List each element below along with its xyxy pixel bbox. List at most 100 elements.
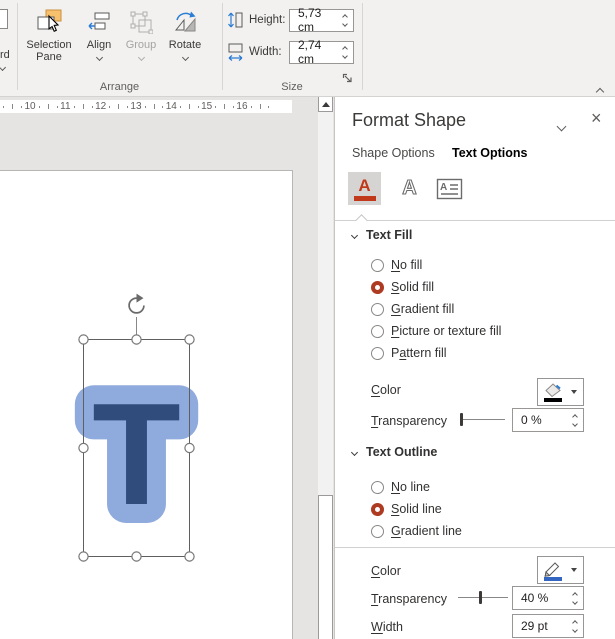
width-label: Width: (249, 46, 282, 58)
resize-handle-top-right[interactable] (184, 334, 195, 345)
fill-transparency-value[interactable]: 0 % (513, 413, 567, 427)
radio-solid-line[interactable]: Solid line (371, 498, 442, 520)
radio-circle-selected[interactable] (371, 502, 384, 516)
outline-color-button[interactable] (537, 556, 584, 584)
text-outline-title: Text Outline (366, 445, 438, 459)
ribbon: rd Selection Pane Align Group Rotate Arr… (0, 0, 615, 97)
radio-circle[interactable] (371, 324, 384, 338)
tab-shape-options[interactable]: Shape Options (352, 146, 435, 160)
radio-circle[interactable] (371, 258, 384, 272)
chevron-down-icon (0, 63, 7, 72)
slide[interactable]: T T (0, 170, 293, 639)
ruler-number: 11 (60, 101, 71, 112)
group-label: Group (125, 39, 157, 51)
radio-circle[interactable] (371, 524, 384, 538)
outline-color-label: Color (371, 564, 401, 578)
ruler-tick (12, 104, 14, 109)
resize-handle-middle-right[interactable] (184, 442, 195, 454)
width-value[interactable]: 2,74 cm (290, 38, 337, 66)
shape-letter-fill[interactable]: T (92, 373, 181, 535)
radio-gradient-fill[interactable]: Gradient fill (371, 298, 454, 320)
align-button[interactable]: Align (79, 5, 119, 77)
outline-width-label: Width (371, 620, 403, 634)
text-fill-outline-tab[interactable]: A (348, 172, 381, 205)
radio-picture-texture-fill[interactable]: Picture or texture fill (371, 320, 501, 342)
pane-close-button[interactable]: × (591, 108, 602, 129)
rotate-icon (163, 5, 207, 39)
textbox-tab[interactable]: A (433, 172, 466, 205)
fill-color-button[interactable] (537, 378, 584, 406)
resize-handle-bottom-right[interactable] (184, 551, 195, 562)
radio-circle[interactable] (371, 480, 384, 494)
ruler-number: 14 (165, 101, 177, 112)
ruler-tick (56, 106, 58, 108)
ruler-tick (233, 106, 235, 108)
ruler-tick (162, 106, 164, 108)
resize-handle-bottom-left[interactable] (78, 551, 89, 562)
radio-pattern-fill[interactable]: Pattern fill (371, 342, 447, 364)
outline-transparency-value[interactable]: 40 % (513, 591, 567, 605)
outline-width-input[interactable]: 29 pt (512, 614, 584, 638)
resize-handle-middle-left[interactable] (78, 442, 89, 454)
slider-track[interactable] (461, 419, 505, 420)
text-fill-title: Text Fill (366, 228, 413, 242)
height-spinner[interactable] (337, 13, 353, 27)
ruler-tick (38, 106, 40, 108)
height-input[interactable]: 5,73 cm (289, 6, 354, 34)
powerpoint-window: { "ribbon": { "clipped_button": { "label… (0, 0, 615, 639)
text-effects-tab[interactable]: A (393, 172, 426, 205)
resize-handle-top-middle[interactable] (131, 334, 142, 345)
outline-width-spinner[interactable] (567, 619, 583, 633)
text-effects-icon: A (402, 176, 418, 199)
ruler-tick (153, 104, 155, 109)
chevron-down-icon (95, 53, 103, 62)
radio-solid-fill[interactable]: Solid fill (371, 276, 434, 298)
slider-track[interactable] (458, 597, 508, 598)
tab-text-options[interactable]: Text Options (452, 146, 527, 160)
pane-options-chevron[interactable] (556, 117, 567, 135)
align-label: Align (86, 39, 112, 51)
slider-thumb[interactable] (460, 413, 463, 426)
scrollbar-up-button[interactable] (318, 97, 333, 112)
outline-transparency-slider[interactable] (458, 586, 508, 610)
ruler-tick (82, 104, 84, 109)
radio-label: Solid line (391, 502, 442, 516)
selection-pane-button[interactable]: Selection Pane (25, 5, 73, 77)
ruler-tick (74, 106, 76, 108)
outline-width-value[interactable]: 29 pt (513, 619, 567, 633)
outline-transparency-spinner[interactable] (567, 591, 583, 605)
slider-thumb[interactable] (479, 591, 482, 604)
fill-transparency-spinner[interactable] (567, 413, 583, 427)
fill-transparency-slider[interactable] (460, 408, 505, 432)
width-spinner[interactable] (337, 45, 353, 59)
rotate-handle[interactable] (128, 293, 145, 314)
group-divider (222, 3, 223, 90)
radio-no-fill[interactable]: No fill (371, 254, 422, 276)
rotate-button[interactable]: Rotate (163, 5, 207, 77)
text-outline-section-header[interactable]: Text Outline (350, 445, 438, 459)
resize-handle-top-left[interactable] (78, 334, 89, 345)
text-fill-section-header[interactable]: Text Fill (350, 228, 413, 242)
radio-circle-selected[interactable] (371, 280, 384, 294)
height-value[interactable]: 5,73 cm (290, 6, 337, 34)
ruler-tick (180, 106, 182, 108)
ruler-number: 16 (236, 101, 248, 112)
radio-gradient-line[interactable]: Gradient line (371, 520, 462, 542)
ruler-tick (259, 104, 261, 109)
radio-circle[interactable] (371, 346, 384, 360)
vertical-scrollbar-thumb[interactable] (318, 495, 333, 639)
width-input[interactable]: 2,74 cm (289, 38, 354, 66)
fill-transparency-input[interactable]: 0 % (512, 408, 584, 432)
group-divider (17, 3, 18, 90)
radio-no-line[interactable]: No line (371, 476, 430, 498)
send-backward-button-clipped[interactable]: rd (0, 5, 16, 77)
radio-label: Gradient line (391, 524, 462, 538)
format-shape-pane: Format Shape × Shape Options Text Option… (334, 97, 615, 639)
outline-transparency-input[interactable]: 40 % (512, 586, 584, 610)
resize-handle-bottom-middle[interactable] (131, 551, 142, 562)
selected-text-shape[interactable]: T T (55, 289, 225, 581)
ruler: 10 11 12 13 14 15 16 (0, 100, 292, 113)
size-dialog-launcher[interactable] (342, 72, 354, 84)
radio-circle[interactable] (371, 302, 384, 316)
section-divider (335, 547, 615, 548)
